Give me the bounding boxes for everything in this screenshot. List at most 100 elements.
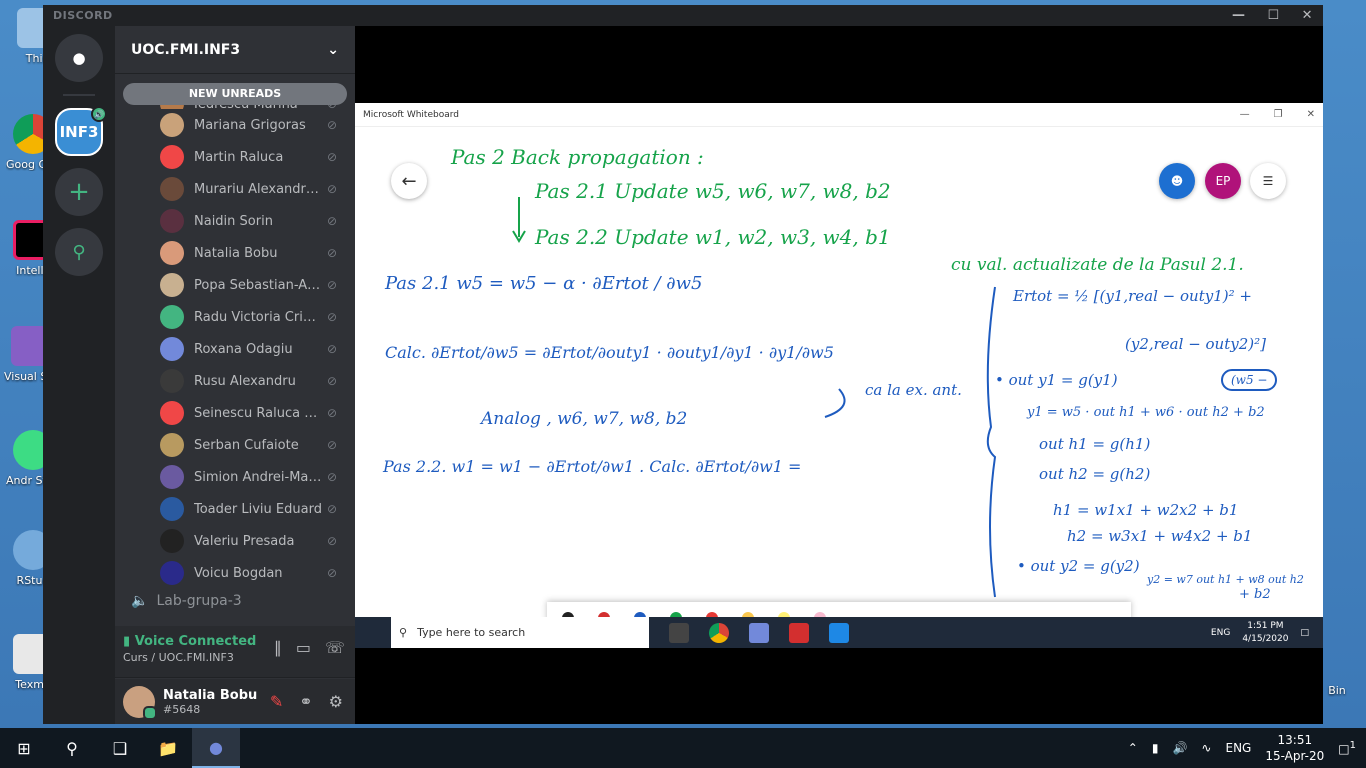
task-view-button[interactable]: ❑ (96, 728, 144, 768)
language-indicator[interactable]: ENG (1225, 741, 1251, 755)
discord-logo-icon: ● (72, 49, 86, 67)
notification-center-icon[interactable]: □1 (1338, 740, 1356, 756)
server-header[interactable]: UOC.FMI.INF3 ⌄ (115, 26, 355, 74)
ruler-icon[interactable]: ▢ (841, 606, 871, 617)
search-button[interactable]: ⚲ (48, 728, 96, 768)
voice-member[interactable]: Seinescu Raluca Ma... ⊘ (115, 397, 355, 429)
speaker-icon: 🔊 (91, 106, 107, 122)
add-server-button[interactable]: + (55, 168, 103, 216)
voice-member[interactable]: Radu Victoria Cristi... ⊘ (115, 301, 355, 333)
user-tag: #5648 (163, 702, 201, 716)
voice-member[interactable]: Rusu Alexandru ⊘ (115, 365, 355, 397)
insert-icon[interactable]: ⊞ (1021, 606, 1051, 617)
avatar (160, 433, 184, 457)
pen-red-tool[interactable] (589, 606, 619, 617)
lasso-icon[interactable]: ◯ (877, 606, 907, 617)
voice-member[interactable]: Natalia Bobu ⊘ (115, 237, 355, 269)
voice-member[interactable]: Roxana Odagiu ⊘ (115, 333, 355, 365)
pen-green-tool[interactable] (661, 606, 691, 617)
whiteboard-toolbar: ▢ ◯ A □ ▣ ⊞ ↶ ↷ (547, 602, 1131, 617)
undo-icon[interactable]: ↶ (1057, 606, 1087, 617)
discord-window: DISCORD — ☐ ✕ ● INF3 🔊 + ⚲ UOC.FMI.INF3 … (43, 5, 1323, 724)
close-button[interactable]: ✕ (1302, 8, 1313, 23)
voice-member[interactable]: Voicu Bogdan ⊘ (115, 557, 355, 589)
minimize-button[interactable]: — (1232, 8, 1246, 23)
volume-icon[interactable]: 🔊 (1172, 741, 1187, 755)
battery-icon[interactable]: ▮ (1152, 741, 1159, 755)
folder-icon: 📁 (158, 738, 178, 758)
windows-icon: ⊞ (17, 738, 31, 758)
new-unreads-banner[interactable]: NEW UNREADS (123, 83, 347, 105)
discord-home-button[interactable]: ● (55, 34, 103, 82)
server-icon-label: INF3 (59, 123, 99, 141)
voice-member[interactable]: Valeriu Presada ⊘ (115, 525, 355, 557)
voice-member[interactable]: Serban Cufaiote ⊘ (115, 429, 355, 461)
member-name: Serban Cufaiote (194, 437, 299, 453)
system-tray: ⌃ ▮ 🔊 ∿ ENG 13:51 15-Apr-20 □1 (1128, 732, 1366, 764)
server-separator (63, 94, 95, 96)
acrobat-icon[interactable] (789, 622, 809, 643)
member-name: Radu Victoria Cristi... (194, 309, 322, 325)
chrome-icon[interactable] (709, 622, 729, 643)
explore-servers-button[interactable]: ⚲ (55, 228, 103, 276)
server-icon-inf3[interactable]: INF3 🔊 (55, 106, 107, 156)
member-name: Popa Sebastian-Ale... (194, 277, 322, 293)
voice-member[interactable]: Murariu Alexandru-... ⊘ (115, 173, 355, 205)
mute-microphone-icon[interactable]: ✎ (270, 692, 283, 711)
settings-gear-icon[interactable]: ⚙ (329, 692, 343, 711)
search-placeholder: Type here to search (417, 626, 526, 639)
voice-member-list: Iedrescu Marina⊘Mariana Grigoras⊘Martin … (115, 99, 355, 589)
start-button[interactable]: ⊞ (0, 728, 48, 768)
avatar[interactable] (123, 685, 157, 720)
pen-blue-tool[interactable] (625, 606, 655, 617)
search-icon: ⚲ (72, 241, 86, 263)
wb-close-button[interactable]: ✕ (1307, 109, 1315, 120)
pen-black-tool[interactable] (553, 606, 583, 617)
text-icon[interactable]: A (913, 606, 943, 617)
channel-sidebar: UOC.FMI.INF3 ⌄ Iedrescu Marina⊘Mariana G… (115, 26, 355, 724)
voice-member[interactable]: Mariana Grigoras ⊘ (115, 109, 355, 141)
whiteboard-canvas[interactable]: ← ☻ EP ☰ Pas 2 Back propagation : Pas 2.… (355, 127, 1323, 617)
notification-icon[interactable]: □ (1300, 628, 1309, 638)
muted-microphone-icon: ⊘ (326, 310, 337, 324)
avatar (160, 401, 184, 425)
screen-share-icon[interactable]: ▭ (296, 638, 311, 657)
voice-member[interactable]: Naidin Sorin ⊘ (115, 205, 355, 237)
stream-view: Microsoft Whiteboard — ❐ ✕ ← ☻ EP ☰ Pas … (355, 26, 1323, 724)
file-explorer-button[interactable]: 📁 (144, 728, 192, 768)
avatar (160, 561, 184, 585)
muted-microphone-icon: ⊘ (326, 502, 337, 516)
highlighter-tool[interactable] (769, 606, 799, 617)
member-name: Naidin Sorin (194, 213, 273, 229)
voice-channel-lab-grupa-3[interactable]: 🔈 Lab-grupa-3 (131, 593, 242, 609)
wifi-icon[interactable]: ∿ (1201, 741, 1211, 755)
chevron-up-icon[interactable]: ⌃ (1128, 741, 1138, 755)
discord-icon[interactable] (749, 622, 769, 643)
image-icon[interactable]: ▣ (985, 606, 1015, 617)
note-icon[interactable]: □ (949, 606, 979, 617)
noise-suppression-icon[interactable]: ∥ (274, 638, 282, 657)
avatar (160, 305, 184, 329)
remote-lang[interactable]: ENG (1211, 628, 1230, 638)
voice-member[interactable]: Toader Liviu Eduard ⊘ (115, 493, 355, 525)
wb-restore-button[interactable]: ❐ (1274, 109, 1283, 120)
pen-red2-tool[interactable] (697, 606, 727, 617)
server-list: ● INF3 🔊 + ⚲ (43, 26, 115, 724)
clock[interactable]: 13:51 15-Apr-20 (1265, 732, 1324, 764)
disconnect-icon[interactable]: ☏ (325, 638, 345, 657)
member-name: Murariu Alexandru-... (194, 181, 322, 197)
maximize-button[interactable]: ☐ (1267, 8, 1279, 23)
headphones-icon[interactable]: ⚭ (299, 692, 312, 711)
discord-taskbar-button[interactable]: ● (192, 728, 240, 768)
voice-member[interactable]: Popa Sebastian-Ale... ⊘ (115, 269, 355, 301)
redo-icon[interactable]: ↷ (1093, 606, 1123, 617)
remote-clock[interactable]: 1:51 PM 4/15/2020 (1242, 620, 1288, 646)
whiteboard-icon[interactable] (829, 622, 849, 643)
voice-member[interactable]: Simion Andrei-Mari... ⊘ (115, 461, 355, 493)
remote-search-box[interactable]: ⚲ Type here to search (391, 617, 649, 648)
task-view-icon[interactable] (669, 622, 689, 643)
pen-yellow-tool[interactable] (733, 606, 763, 617)
eraser-tool[interactable] (805, 606, 835, 617)
voice-member[interactable]: Martin Raluca ⊘ (115, 141, 355, 173)
wb-minimize-button[interactable]: — (1240, 109, 1250, 120)
